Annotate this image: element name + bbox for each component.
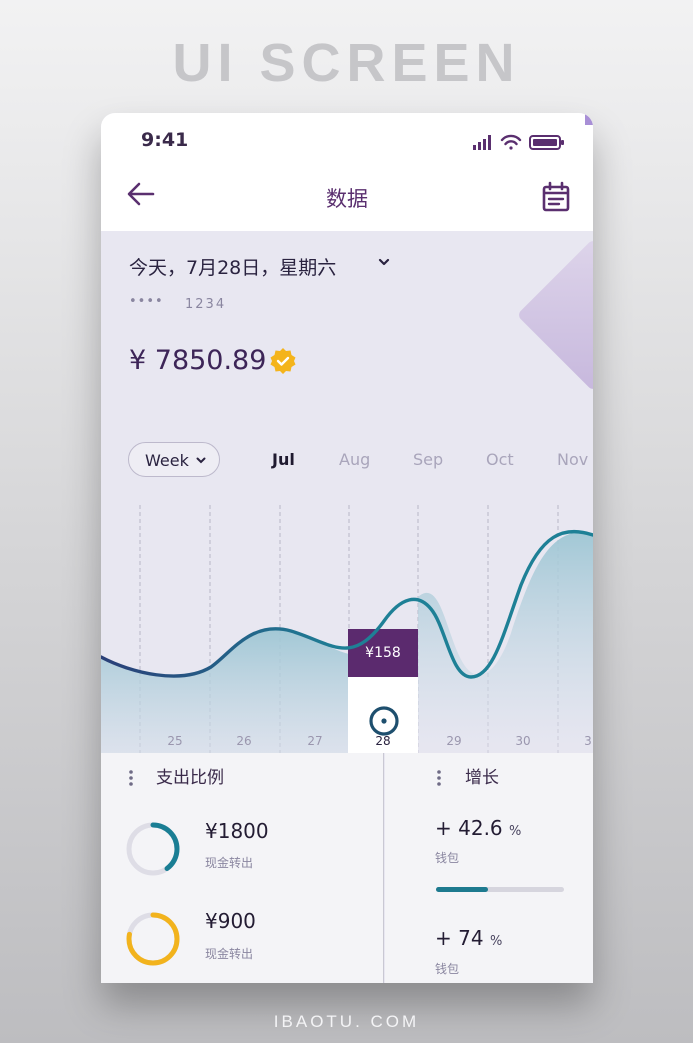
date-selector[interactable]: 今天，7月28日，星期六 — [129, 253, 390, 280]
area-chart: 25 26 27 29 30 3 ¥158 28 — [101, 505, 593, 753]
expense-amount-2: ¥900 — [205, 909, 256, 933]
highlight-point-center — [381, 718, 387, 724]
verified-badge-icon — [269, 347, 297, 379]
date-label: 今天，7月28日，星期六 — [129, 257, 337, 279]
expense-label-2: 现金转出 — [205, 947, 254, 961]
growth-unit-1: % — [509, 824, 522, 839]
status-bar: 9:41 — [101, 113, 593, 165]
growth-progress-bar — [436, 887, 564, 892]
chevron-down-icon — [196, 457, 206, 464]
calendar-button[interactable] — [541, 181, 571, 217]
x-axis-label: 30 — [515, 734, 530, 748]
chart-area-fill-right — [418, 531, 593, 753]
x-label-28: 28 — [375, 734, 390, 748]
chevron-down-icon — [378, 258, 390, 266]
page-heading: UI SCREEN — [172, 33, 521, 93]
decorative-diamond — [516, 238, 593, 392]
card-mask: •••• — [129, 294, 164, 309]
expense-ring-1 — [126, 822, 180, 876]
expense-label-1: 现金转出 — [205, 856, 254, 870]
period-dropdown[interactable]: Week — [128, 442, 220, 477]
growth-number-1: + 42.6 — [435, 816, 503, 840]
phone-screen: 9:41 数据 今天，7月28日，星期六 •••• 1234 ¥ 7850.89… — [101, 113, 593, 983]
growth-value-2: + 74 % — [435, 926, 502, 950]
x-axis-label: 27 — [307, 734, 322, 748]
nav-bar: 数据 — [101, 165, 593, 231]
status-time: 9:41 — [141, 129, 189, 151]
growth-title: 增长 — [465, 768, 499, 788]
period-label: Week — [145, 451, 189, 470]
calendar-icon — [542, 181, 570, 212]
x-axis-label: 25 — [167, 734, 182, 748]
growth-progress-fill — [436, 887, 489, 892]
signal-icon — [473, 135, 491, 150]
growth-label-1: 钱包 — [435, 851, 460, 865]
balance-amount: ¥ 7850.89 — [129, 345, 267, 376]
month-tab-nov[interactable]: Nov — [557, 450, 588, 469]
month-tab-jul[interactable]: Jul — [272, 450, 295, 469]
battery-icon — [529, 135, 564, 150]
x-axis-label: 3 — [584, 734, 592, 748]
footer-watermark: IBAOTU. COM — [273, 1012, 420, 1031]
tooltip-label: ¥158 — [365, 645, 401, 661]
month-tab-aug[interactable]: Aug — [339, 450, 370, 469]
expense-ring-2 — [126, 912, 180, 966]
expense-amount-1: ¥1800 — [205, 819, 269, 843]
x-axis-label: 29 — [446, 734, 461, 748]
x-axis-label: 26 — [236, 734, 251, 748]
month-tab-sep[interactable]: Sep — [413, 450, 443, 469]
wifi-icon — [500, 134, 522, 150]
growth-unit-2: % — [489, 934, 503, 949]
expense-panel: 支出比例 ¥1800 现金转出 ¥900 现金转出 — [101, 753, 384, 983]
growth-panel: 增长 + 42.6 % 钱包 + 74 % 钱包 — [385, 753, 593, 983]
more-vertical-icon[interactable] — [128, 769, 134, 787]
month-tab-oct[interactable]: Oct — [486, 450, 514, 469]
expense-title: 支出比例 — [156, 768, 224, 788]
more-vertical-icon[interactable] — [436, 769, 442, 787]
growth-value-1: + 42.6 % — [435, 816, 521, 840]
status-icons — [473, 133, 569, 155]
card-last4: 1234 — [185, 297, 227, 312]
page-title: 数据 — [326, 187, 368, 211]
growth-label-2: 钱包 — [435, 962, 460, 976]
growth-number-2: + 74 — [435, 926, 484, 950]
